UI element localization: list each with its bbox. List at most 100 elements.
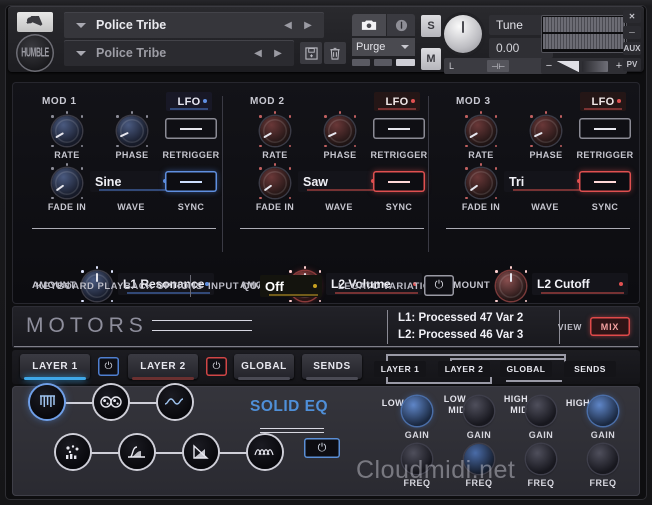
mod-2-wave-dropdown[interactable]: Saw — [298, 171, 380, 192]
eq-high-gain-knob[interactable] — [588, 396, 618, 426]
solid-eq-power-icon[interactable]: ⏻ — [304, 438, 340, 458]
preset-next-arrow[interactable]: ▶ — [272, 47, 284, 59]
routing-tab-global[interactable]: GLOBAL — [500, 361, 552, 377]
tab-layer-1-label: LAYER 1 — [32, 361, 78, 372]
pan-slider[interactable]: L ⊣⊢ R — [444, 58, 554, 74]
save-icon[interactable] — [300, 42, 322, 64]
chain-link-1 — [64, 402, 94, 404]
keyboard-playback-options-label[interactable]: KEYBOARD PLAYBACK OPTIONS — [36, 281, 203, 292]
mod-divider-2 — [428, 96, 429, 252]
mod-2-retrigger-button[interactable] — [373, 118, 425, 139]
eq-low-mid-gain-knob[interactable] — [464, 396, 494, 426]
mod-1-phase-knob[interactable] — [116, 111, 148, 147]
mod-3-retrigger-button[interactable] — [579, 118, 631, 139]
eq-high-freq-knob[interactable] — [588, 444, 618, 474]
eq-high-mid-freq-knob[interactable] — [526, 444, 556, 474]
mod-3-sync-label: SYNC — [591, 202, 619, 212]
waveform-icon[interactable] — [158, 385, 192, 419]
mod-3-retrigger-label: RETRIGGER — [576, 150, 634, 160]
mod-section-3: MOD 3 LFO RATE PHASE RETRIGGER FADE IN T… — [440, 92, 636, 302]
mod-1-source-label: LFO — [177, 95, 201, 108]
solid-eq-rule-2 — [260, 432, 324, 433]
mod-3-wave-dropdown[interactable]: Tri — [504, 171, 586, 192]
tune-knob[interactable] — [444, 15, 482, 53]
routing-tab-layer-1[interactable]: LAYER 1 — [374, 361, 426, 377]
info-glyph — [395, 19, 407, 31]
instrument-header: HUMBLE Police Tribe ◀ ▶ Police Tribe ◀ ▶ — [8, 6, 644, 74]
aux-button[interactable]: AUX — [623, 42, 641, 55]
fader-minus-label: − — [545, 60, 553, 72]
mod-2-sync-button[interactable] — [373, 171, 425, 192]
info-icon[interactable] — [387, 14, 415, 36]
close-button[interactable]: ✕ — [623, 10, 641, 23]
chain-link-2 — [128, 402, 158, 404]
mod-1-fadein-knob[interactable] — [51, 163, 83, 199]
mod-3-phase-knob[interactable] — [530, 111, 562, 147]
instrument-next-arrow[interactable]: ▶ — [302, 19, 314, 31]
layer-2-power-icon[interactable]: ⏻ — [206, 357, 227, 376]
chain-link-4 — [154, 452, 184, 454]
legato-power-icon[interactable]: ⏻ — [424, 275, 454, 296]
mod-1-phase-label: PHASE — [115, 150, 149, 160]
solo-button[interactable]: S — [421, 15, 441, 37]
input-quantise-indicator — [313, 284, 317, 288]
mod-2-source-dropdown[interactable]: LFO — [374, 92, 420, 111]
mod-2-rate-knob[interactable] — [259, 111, 291, 147]
tab-sends[interactable]: SENDS — [302, 354, 362, 380]
eq-low-mid-freq-knob[interactable] — [464, 444, 494, 474]
tab-layer-1[interactable]: LAYER 1 — [20, 354, 90, 380]
minimize-button[interactable]: ─ — [623, 26, 641, 39]
routing-line-top — [386, 354, 566, 356]
mod-1-sync-button[interactable] — [165, 171, 217, 192]
comb-filter-icon[interactable] — [30, 385, 64, 419]
preset-prev-arrow[interactable]: ◀ — [252, 47, 264, 59]
wrench-icon[interactable] — [17, 12, 53, 32]
rotator-glyph — [100, 396, 122, 408]
eq-low-freq-knob[interactable] — [402, 444, 432, 474]
pv-button[interactable]: PV — [623, 58, 641, 71]
preset-name-slot[interactable]: Police Tribe ◀ ▶ — [64, 40, 294, 66]
mute-button[interactable]: M — [421, 48, 441, 70]
instrument-prev-arrow[interactable]: ◀ — [282, 19, 294, 31]
volume-fader[interactable]: − + — [541, 58, 627, 74]
eq-low-gain-knob[interactable] — [402, 396, 432, 426]
mod-1-wave-value: Sine — [95, 174, 122, 189]
grain-icon[interactable] — [56, 435, 90, 469]
purge-dropdown[interactable]: Purge — [352, 38, 415, 56]
fader-track[interactable] — [582, 60, 608, 72]
eq-high-mid-gain-knob[interactable] — [526, 396, 556, 426]
mod-3-sync-button[interactable] — [579, 171, 631, 192]
routing-tab-sends[interactable]: SENDS — [564, 361, 616, 377]
mod-3-title: MOD 3 — [456, 96, 491, 107]
mod-1-retrigger-button[interactable] — [165, 118, 217, 139]
input-quantise-dropdown[interactable]: Off — [260, 275, 322, 297]
mod-3-fadein-knob[interactable] — [465, 163, 497, 199]
tab-global[interactable]: GLOBAL — [234, 354, 294, 380]
chorus-icon[interactable] — [248, 435, 282, 469]
instrument-name-slot[interactable]: Police Tribe ◀ ▶ — [64, 12, 324, 38]
rotator-icon[interactable] — [94, 385, 128, 419]
compressor-icon[interactable] — [120, 435, 154, 469]
transient-icon[interactable] — [184, 435, 218, 469]
purge-bar-2 — [374, 59, 392, 66]
mod-1-source-underline — [170, 108, 208, 110]
mod-1-wave-dropdown[interactable]: Sine — [90, 171, 172, 192]
mod-1-rate-knob[interactable] — [51, 111, 83, 147]
kb-divider — [190, 275, 191, 297]
camera-icon[interactable] — [352, 14, 386, 36]
mix-button[interactable]: MIX — [590, 317, 630, 336]
level-meters — [541, 15, 627, 53]
eq-band-low-label: LOW — [381, 398, 404, 408]
grain-glyph — [66, 445, 79, 459]
routing-sends-label: SENDS — [574, 364, 606, 374]
routing-tab-layer-2[interactable]: LAYER 2 — [438, 361, 490, 377]
mod-3-rate-knob[interactable] — [465, 111, 497, 147]
layer-1-power-icon[interactable]: ⏻ — [98, 357, 119, 376]
tab-layer-2[interactable]: LAYER 2 — [128, 354, 198, 380]
trash-icon[interactable] — [324, 42, 346, 64]
mod-1-source-dropdown[interactable]: LFO — [166, 92, 212, 111]
mod-2-phase-knob[interactable] — [324, 111, 356, 147]
mod-2-fadein-knob[interactable] — [259, 163, 291, 199]
mod-3-rate-label: RATE — [468, 150, 494, 160]
mod-3-source-dropdown[interactable]: LFO — [580, 92, 626, 111]
